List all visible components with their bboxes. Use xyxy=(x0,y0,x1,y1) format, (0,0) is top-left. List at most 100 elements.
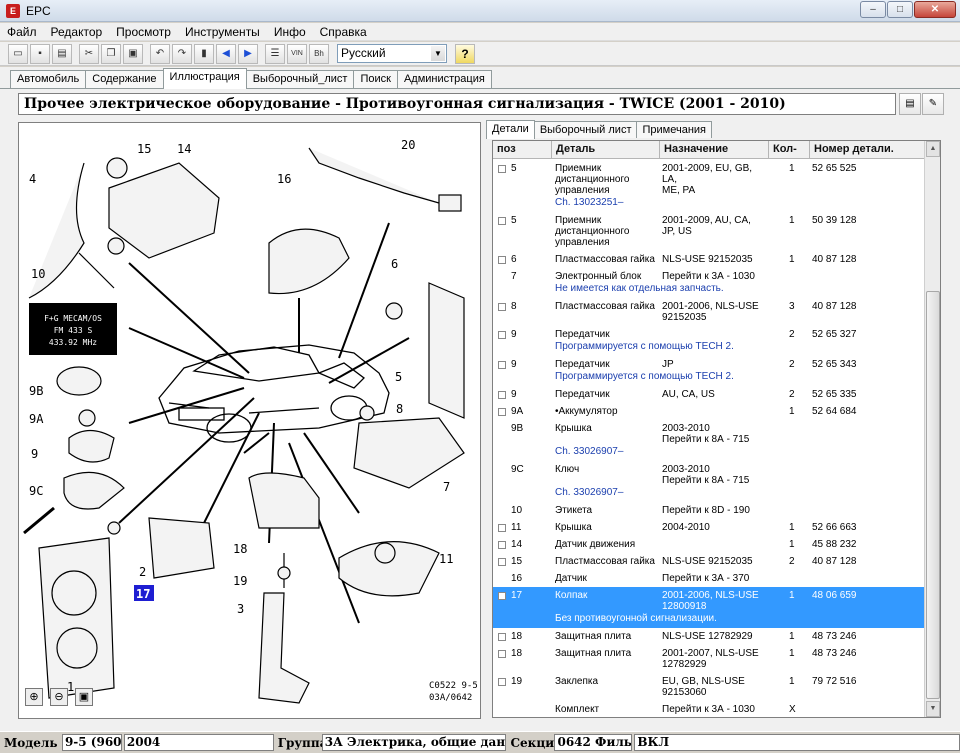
copy-icon[interactable]: ❐ xyxy=(101,43,121,64)
callout-8[interactable]: 8 xyxy=(396,402,403,416)
row-checkbox[interactable] xyxy=(498,256,506,264)
col-pos[interactable]: поз xyxy=(493,141,552,158)
subtab-pick-list[interactable]: Выборочный лист xyxy=(533,121,638,138)
callout-5[interactable]: 5 xyxy=(395,370,402,384)
callout-9[interactable]: 9 xyxy=(31,447,38,461)
callout-9c[interactable]: 9C xyxy=(29,484,43,498)
table-row[interactable]: 6 Пластмассовая гайка NLS-USE 92152035 1 40 … xyxy=(493,251,925,268)
scroll-up-icon[interactable]: ▲ xyxy=(926,141,940,157)
open-folder-icon[interactable]: ▭ xyxy=(8,43,28,64)
table-row[interactable]: 9A •Аккумулятор 1 52 64 684 xyxy=(493,403,925,420)
table-row[interactable]: 14 Датчик движения 1 45 88 232 xyxy=(493,536,925,553)
menu-info[interactable]: Инфо xyxy=(267,25,313,39)
menu-file[interactable]: Файл xyxy=(0,25,44,39)
row-checkbox[interactable] xyxy=(498,678,506,686)
row-checkbox[interactable] xyxy=(498,541,506,549)
row-checkbox[interactable] xyxy=(498,217,506,225)
menu-view[interactable]: Просмотр xyxy=(109,25,178,39)
row-checkbox[interactable] xyxy=(498,633,506,641)
language-select[interactable]: Русский ▼ xyxy=(337,44,447,63)
callout-9b[interactable]: 9B xyxy=(29,384,43,398)
callout-16[interactable]: 16 xyxy=(277,172,291,186)
undo-icon[interactable]: ↶ xyxy=(150,43,170,64)
tab-search[interactable]: Поиск xyxy=(353,70,398,88)
callout-14[interactable]: 14 xyxy=(177,142,191,156)
callout-20[interactable]: 20 xyxy=(401,138,415,152)
callout-18[interactable]: 18 xyxy=(233,542,247,556)
callout-6[interactable]: 6 xyxy=(391,257,398,271)
tab-contents[interactable]: Содержание xyxy=(85,70,164,88)
vertical-scrollbar[interactable]: ▲ ▼ xyxy=(924,141,940,717)
callout-9a[interactable]: 9A xyxy=(29,412,44,426)
callout-11[interactable]: 11 xyxy=(439,552,453,566)
callout-19[interactable]: 19 xyxy=(233,574,247,588)
table-row[interactable]: 10 Этикета Перейти к 8D - 190 xyxy=(493,502,925,519)
tab-admin[interactable]: Администрация xyxy=(396,70,492,88)
scroll-down-icon[interactable]: ▼ xyxy=(926,701,940,717)
save-icon[interactable]: ▪ xyxy=(30,43,50,64)
row-checkbox[interactable] xyxy=(498,391,506,399)
bookmark-icon[interactable]: ▮ xyxy=(194,43,214,64)
col-usage[interactable]: Назначение xyxy=(660,141,769,158)
table-row[interactable]: 5 Приемник дистанционного управления 2001-… xyxy=(493,212,925,251)
callout-3[interactable]: 3 xyxy=(237,602,244,616)
table-row[interactable]: 11 Крышка 2004-2010 1 52 66 663 xyxy=(493,519,925,536)
callout-15[interactable]: 15 xyxy=(137,142,151,156)
col-part-number[interactable]: Номер детали. xyxy=(810,141,925,158)
table-row[interactable]: 7 Электронный блок Перейти к 3А - 1030 Не и… xyxy=(493,268,925,298)
row-checkbox[interactable] xyxy=(498,165,506,173)
row-checkbox[interactable] xyxy=(498,650,506,658)
subtab-notes[interactable]: Примечания xyxy=(636,121,712,138)
minimize-button[interactable]: – xyxy=(860,1,886,18)
table-row[interactable]: Комплект электроники Перейти к 3А - 1030 X xyxy=(493,701,925,717)
row-checkbox[interactable] xyxy=(498,592,506,600)
table-row[interactable]: 15 Пластмассовая гайка NLS-USE 92152035 2 40… xyxy=(493,553,925,570)
col-part[interactable]: Деталь xyxy=(552,141,660,158)
table-row[interactable]: 17 Колпак 2001-2006, NLS-USE 12800918 1 48 0… xyxy=(493,587,925,628)
table-row[interactable]: 19 Заклепка EU, GB, NLS-USE 92153060 1 79 72… xyxy=(493,673,925,701)
tab-pick-list[interactable]: Выборочный_лист xyxy=(245,70,355,88)
hash-icon[interactable]: Bh xyxy=(309,43,329,64)
close-button[interactable]: ✕ xyxy=(914,1,956,18)
vin-icon[interactable]: VIN xyxy=(287,43,307,64)
menu-edit[interactable]: Редактор xyxy=(44,25,110,39)
callout-4[interactable]: 4 xyxy=(29,172,36,186)
print-icon[interactable]: ▤ xyxy=(52,43,72,64)
table-row[interactable]: 9 Передатчик JP 2 52 65 343 Программируется с… xyxy=(493,356,925,386)
table-row[interactable]: 9C Ключ 2003-2010 Перейти к 8А - 715 Ch. 33… xyxy=(493,461,925,502)
table-row[interactable]: 16 Датчик Перейти к 3А - 370 xyxy=(493,570,925,587)
row-checkbox[interactable] xyxy=(498,558,506,566)
callout-1[interactable]: 1 xyxy=(67,680,74,694)
table-row[interactable]: 18 Защитная плита 2001-2007, NLS-USE 12782… xyxy=(493,645,925,673)
subtab-details[interactable]: Детали xyxy=(486,120,535,139)
table-row[interactable]: 18 Защитная плита NLS-USE 12782929 1 48 73 2… xyxy=(493,628,925,645)
table-row[interactable]: 9 Передатчик AU, CA, US 2 52 65 335 xyxy=(493,386,925,403)
maximize-button[interactable]: □ xyxy=(887,1,913,18)
col-qty[interactable]: Кол- xyxy=(769,141,810,158)
row-checkbox[interactable] xyxy=(498,524,506,532)
zoom-fit-icon[interactable]: ▣ xyxy=(75,688,93,706)
list-icon[interactable]: ☰ xyxy=(265,43,285,64)
scroll-thumb[interactable] xyxy=(926,291,940,699)
tab-illustration[interactable]: Иллюстрация xyxy=(162,68,247,89)
callout-7[interactable]: 7 xyxy=(443,480,450,494)
row-checkbox[interactable] xyxy=(498,361,506,369)
row-checkbox[interactable] xyxy=(498,408,506,416)
paste-icon[interactable]: ▣ xyxy=(123,43,143,64)
cut-icon[interactable]: ✂ xyxy=(79,43,99,64)
callout-10[interactable]: 10 xyxy=(31,267,45,281)
add-to-list-icon[interactable]: ▤ xyxy=(899,93,921,115)
back-arrow-icon[interactable]: ◀ xyxy=(216,43,236,64)
tab-vehicle[interactable]: Автомобиль xyxy=(10,70,87,88)
zoom-in-icon[interactable]: ⊕ xyxy=(25,688,43,706)
edit-icon[interactable]: ✎ xyxy=(922,93,944,115)
menu-help[interactable]: Справка xyxy=(313,25,374,39)
callout-2[interactable]: 2 xyxy=(139,565,146,579)
table-row[interactable]: 5 Приемник дистанционного управления 2001-… xyxy=(493,160,925,212)
table-row[interactable]: 9 Передатчик 2 52 65 327 Программируется с п… xyxy=(493,326,925,356)
help-button[interactable]: ? xyxy=(455,43,475,64)
row-checkbox[interactable] xyxy=(498,303,506,311)
redo-icon[interactable]: ↷ xyxy=(172,43,192,64)
table-row[interactable]: 9B Крышка 2003-2010 Перейти к 8А - 715 Ch. … xyxy=(493,420,925,461)
parts-diagram[interactable]: F+G MECAM/OS FM 433 S 433.92 MHz 15 14 4… xyxy=(19,123,480,718)
